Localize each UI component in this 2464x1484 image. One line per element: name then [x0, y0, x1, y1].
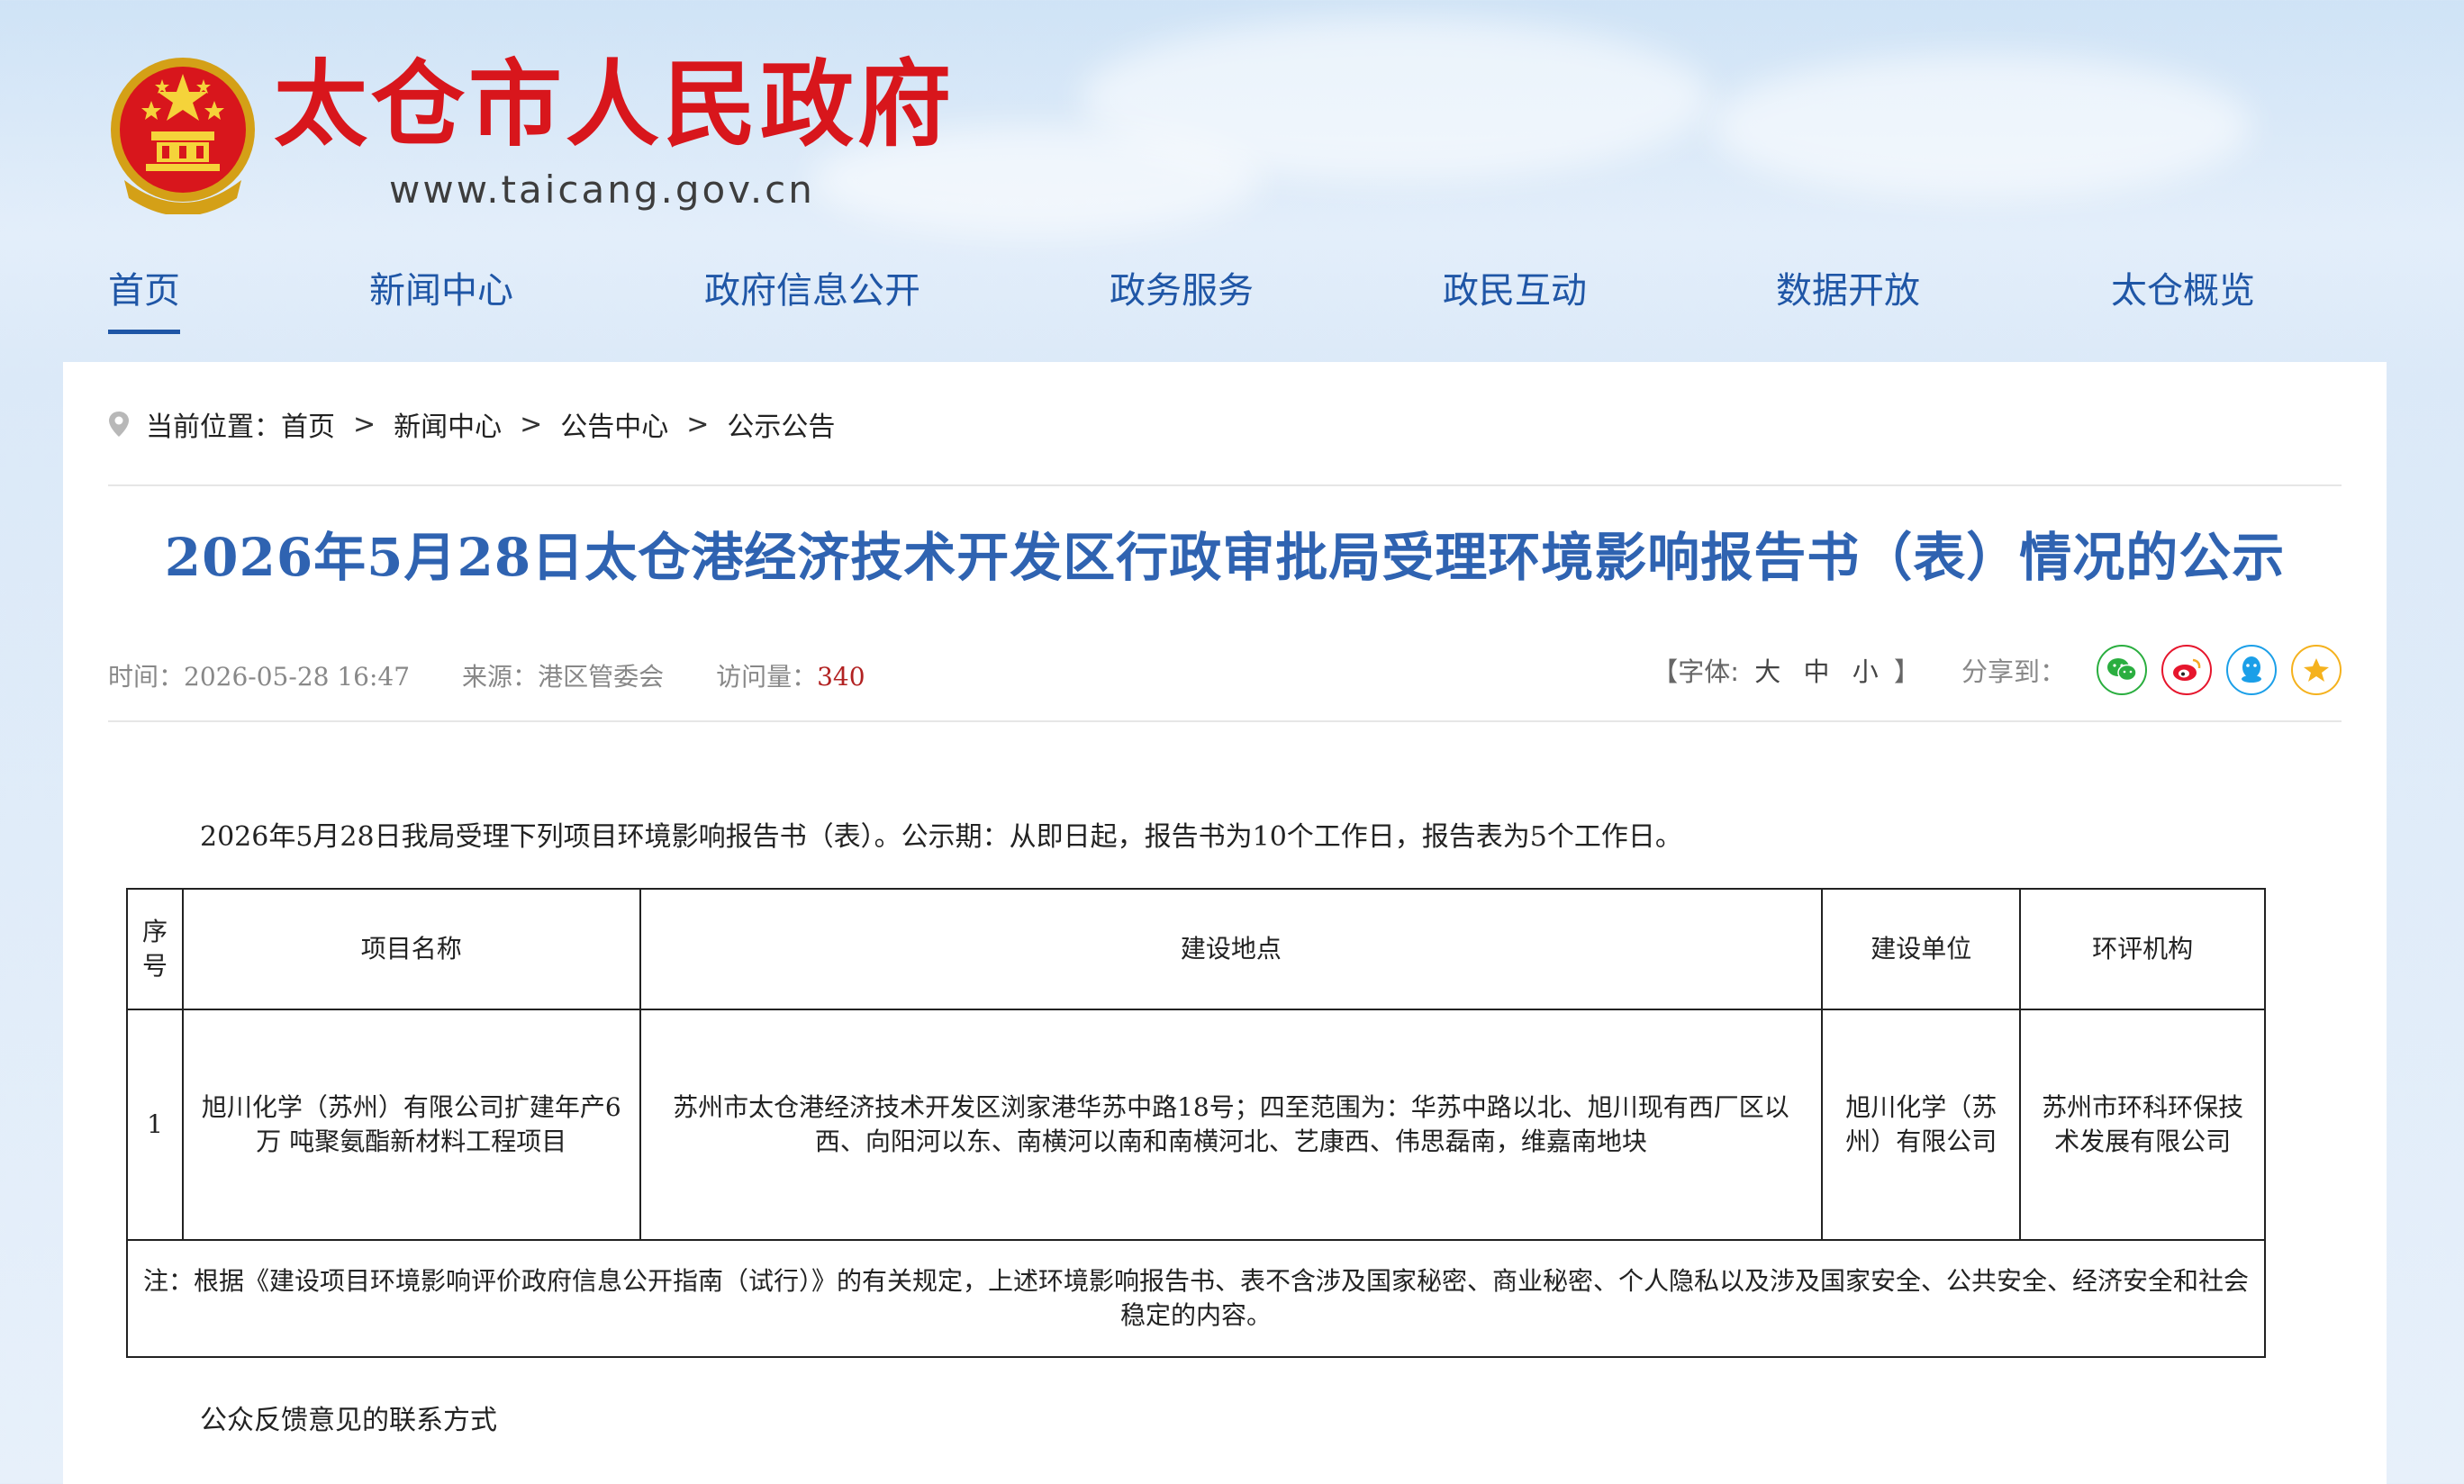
nav-item-services[interactable]: 政务服务 [1110, 261, 1254, 313]
qzone-icon [2304, 658, 2329, 682]
share-label: 分享到： [1961, 656, 2066, 687]
publish-time: 2026-05-28 16:47 [184, 662, 411, 692]
nav-item-gov-info[interactable]: 政府信息公开 [704, 261, 920, 313]
main-nav: 首页 新闻中心 政府信息公开 政务服务 政民互动 数据开放 太仓概览 [0, 261, 2464, 334]
views-label: 访问量： [716, 662, 818, 692]
nav-item-overview[interactable]: 太仓概览 [2111, 261, 2255, 313]
breadcrumb: 当前位置： 首页 > 新闻中心 > 公告中心 > 公示公告 [108, 402, 835, 447]
table-cell: 旭川化学（苏州）有限公司 [1821, 1009, 2022, 1241]
weibo-icon [2173, 658, 2201, 681]
nav-item-interaction[interactable]: 政民互动 [1443, 261, 1587, 313]
nav-item-open-data[interactable]: 数据开放 [1776, 261, 1920, 313]
table-header-row: 序号 项目名称 建设地点 建设单位 环评机构 [126, 888, 2266, 1010]
article-tools: 【字体: 大 中 小 】 分享到： [1652, 643, 2342, 697]
breadcrumb-announcements[interactable]: 公示公告 [727, 404, 835, 444]
font-size-small[interactable]: 小 [1853, 656, 1879, 687]
table-cell: 1 [126, 1009, 184, 1241]
content-card: 当前位置： 首页 > 新闻中心 > 公告中心 > 公示公告 2026年5月28日… [63, 362, 2387, 1484]
feedback-heading: 公众反馈意见的联系方式 [200, 1405, 497, 1436]
nav-active-indicator [108, 330, 180, 334]
wechat-share-button[interactable] [2097, 645, 2147, 695]
intro-paragraph: 2026年5月28日我局受理下列项目环境影响报告书（表）。公示期：从即日起，报告… [200, 821, 1682, 853]
national-emblem-icon[interactable] [106, 54, 259, 214]
breadcrumb-separator: > [520, 408, 543, 440]
font-label-open: 【字体: [1652, 656, 1740, 687]
nav-item-news[interactable]: 新闻中心 [369, 261, 513, 313]
font-size-large[interactable]: 大 [1754, 656, 1780, 687]
article-meta: 时间：2026-05-28 16:47 来源：港区管委会 访问量：340 [108, 657, 865, 693]
table-note: 注：根据《建设项目环境影响评价政府信息公开指南（试行）》的有关规定，上述环境影响… [126, 1239, 2266, 1358]
breadcrumb-prefix: 当前位置： [146, 412, 281, 443]
font-size-control: 【字体: 大 中 小 】 [1652, 651, 1920, 689]
source-label: 来源： [462, 662, 539, 692]
article-title: 2026年5月28日太仓港经济技术开发区行政审批局受理环境影响报告书（表）情况的… [164, 527, 2286, 588]
breadcrumb-separator: > [353, 408, 376, 440]
view-count: 340 [817, 662, 865, 692]
breadcrumb-separator: > [686, 408, 710, 440]
time-label: 时间： [108, 662, 185, 692]
qq-share-button[interactable] [2226, 645, 2277, 695]
breadcrumb-news[interactable]: 新闻中心 [394, 404, 502, 444]
qq-icon [2242, 656, 2261, 683]
breadcrumb-home[interactable]: 首页 [281, 404, 335, 444]
table-row: 1 旭川化学（苏州）有限公司扩建年产6万 吨聚氨酯新材料工程项目 苏州市太仓港经… [126, 1009, 2266, 1241]
font-size-medium[interactable]: 中 [1804, 656, 1830, 687]
table-cell: 苏州市环科环保技术发展有限公司 [2019, 1009, 2266, 1241]
table-header: 环评机构 [2019, 888, 2266, 1010]
table-header: 序号 [126, 888, 184, 1010]
location-pin-icon [109, 412, 129, 437]
table-header: 建设单位 [1821, 888, 2022, 1010]
table-cell: 旭川化学（苏州）有限公司扩建年产6万 吨聚氨酯新材料工程项目 [181, 1009, 641, 1241]
site-title: 太仓市人民政府 [274, 50, 956, 159]
breadcrumb-notice-center[interactable]: 公告中心 [560, 404, 668, 444]
weibo-share-button[interactable] [2161, 645, 2212, 695]
divider [108, 484, 2342, 486]
divider [108, 720, 2342, 722]
site-header: 太仓市人民政府 www.taicang.gov.cn 首页 新闻中心 政府信息公… [0, 0, 2464, 360]
table-header: 项目名称 [181, 888, 641, 1010]
table-cell: 苏州市太仓港经济技术开发区浏家港华苏中路18号；四至范围为：华苏中路以北、旭川现… [639, 1009, 1824, 1241]
font-label-close: 】 [1893, 656, 1920, 687]
nav-item-home[interactable]: 首页 [108, 261, 180, 313]
table-note-row: 注：根据《建设项目环境影响评价政府信息公开指南（试行）》的有关规定，上述环境影响… [126, 1239, 2266, 1358]
article-source: 港区管委会 [538, 662, 665, 692]
site-url: www.taicang.gov.cn [389, 167, 815, 212]
qzone-share-button[interactable] [2291, 645, 2342, 695]
wechat-icon [2107, 658, 2137, 682]
table-header: 建设地点 [639, 888, 1824, 1010]
project-table: 序号 项目名称 建设地点 建设单位 环评机构 1 旭川化学（苏州）有限公司扩建年… [126, 888, 2266, 1358]
